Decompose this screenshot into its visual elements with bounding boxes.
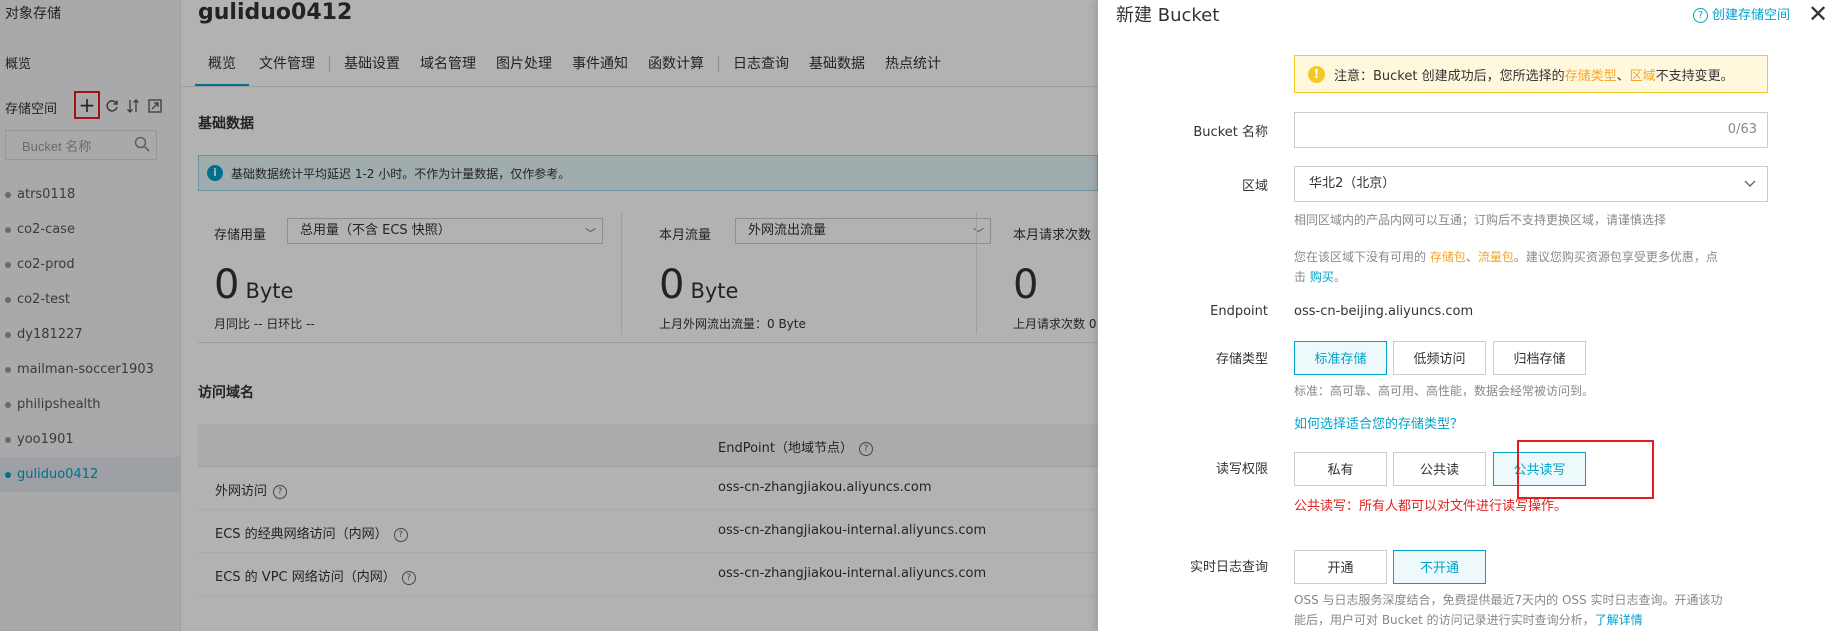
learn-more-link[interactable]: 了解详情 [1595,613,1643,627]
char-counter: 0/63 [1727,122,1757,137]
bucket-name-label: Bucket 名称 [1193,125,1268,140]
storage-hint: 标准：高可靠、高可用、高性能，数据会经常被访问到。 [1294,384,1595,398]
modal-overlay[interactable] [0,0,1098,631]
close-button[interactable]: ✕ [1806,0,1830,28]
region-select[interactable]: 华北2（北京） [1294,166,1768,202]
highlight-box [1517,440,1654,499]
warning-text: 注意：Bucket 创建成功后，您所选择的存储类型、区域不支持变更。 [1334,68,1734,84]
region-hint: 相同区域内的产品内网可以互通；订购后不支持更换区域，请谨慎选择 [1294,213,1667,227]
storage-class-option[interactable]: 归档存储 [1493,341,1586,375]
background-page: 对象存储 概览 存储空间 + atrs0118co2-caseco2-prodc… [0,0,1098,631]
help-icon: ? [1693,8,1708,23]
warning-icon: ! [1308,65,1325,83]
endpoint-value: oss-cn-beijing.aliyuncs.com [1294,304,1474,319]
realtime-log-label: 实时日志查询 [1189,560,1268,575]
acl-option[interactable]: 公共读 [1393,452,1486,486]
acl-option[interactable]: 私有 [1294,452,1387,486]
resource-hint: 您在该区域下没有可用的 存储包、流量包。建议您购买资源包享受更多优惠，点 击 购… [1294,250,1718,284]
buy-link[interactable]: 购买 [1310,270,1334,284]
realtime-log-hint: OSS 与日志服务深度结合，免费提供最近7天内的 OSS 实时日志查询。开通该功… [1294,593,1723,627]
realtime-log-option[interactable]: 不开通 [1393,550,1486,584]
acl-label: 读写权限 [1215,462,1268,477]
storage-class-help-link[interactable]: 如何选择适合您的存储类型？ [1294,413,1463,432]
storage-class-label: 存储类型 [1215,352,1268,367]
storage-class-option[interactable]: 低频访问 [1393,341,1486,375]
storage-class-option[interactable]: 标准存储 [1294,341,1387,375]
warning-banner: ! 注意：Bucket 创建成功后，您所选择的存储类型、区域不支持变更。 [1294,55,1768,93]
endpoint-label: Endpoint [1210,304,1268,319]
bucket-name-input[interactable] [1295,113,1707,149]
region-value: 华北2（北京） [1309,176,1396,191]
realtime-log-option[interactable]: 开通 [1294,550,1387,584]
bucket-name-field: 0/63 [1294,112,1768,149]
chevron-down-icon [1744,180,1756,187]
region-label: 区域 [1241,179,1268,194]
drawer-title: 新建 Bucket [1116,5,1220,26]
create-bucket-help-link[interactable]: ? 创建存储空间 [1693,4,1790,23]
create-bucket-drawer: 新建 Bucket ? 创建存储空间 ✕ ! 注意：Bucket 创建成功后，您所… [1098,0,1847,631]
